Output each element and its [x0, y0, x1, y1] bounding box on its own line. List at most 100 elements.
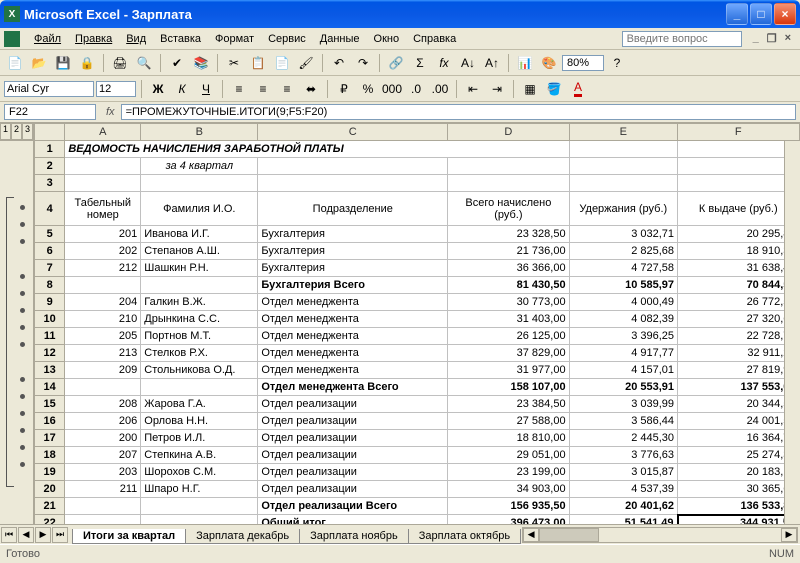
row-header[interactable]: 15 [35, 396, 65, 413]
cell[interactable]: 23 199,00 [448, 464, 569, 481]
cell[interactable]: Общий итог [258, 515, 448, 525]
cell[interactable]: 3 015,87 [569, 464, 677, 481]
cell[interactable] [678, 175, 799, 192]
cell[interactable]: К выдаче (руб.) [678, 192, 799, 226]
horizontal-scrollbar[interactable]: ◀ ▶ [522, 527, 798, 543]
cell[interactable]: Бухгалтерия [258, 243, 448, 260]
menu-format[interactable]: Формат [209, 31, 260, 47]
cell[interactable]: 212 [65, 260, 141, 277]
cell[interactable] [141, 498, 258, 515]
cell[interactable]: Табельный номер [65, 192, 141, 226]
chart-button[interactable]: 📊 [514, 52, 536, 74]
cell[interactable]: Степанов А.Ш. [141, 243, 258, 260]
cell[interactable]: Бухгалтерия [258, 260, 448, 277]
align-center-button[interactable]: ≡ [252, 78, 274, 100]
maximize-button[interactable]: □ [750, 3, 772, 25]
cell[interactable]: 51 541,49 [569, 515, 677, 525]
decrease-indent-button[interactable]: ⇤ [462, 78, 484, 100]
cell[interactable] [569, 141, 677, 158]
cell[interactable]: 205 [65, 328, 141, 345]
outline-dot[interactable] [20, 394, 25, 399]
cell[interactable]: ВЕДОМОСТЬ НАЧИСЛЕНИЯ ЗАРАБОТНОЙ ПЛАТЫ [65, 141, 569, 158]
tab-last-button[interactable]: ⏭ [52, 527, 68, 543]
row-header[interactable]: 3 [35, 175, 65, 192]
cell[interactable]: 208 [65, 396, 141, 413]
comma-button[interactable]: 000 [381, 78, 403, 100]
permission-button[interactable]: 🔒 [76, 52, 98, 74]
cell[interactable]: Шашкин Р.Н. [141, 260, 258, 277]
cell[interactable]: Галкин В.Ж. [141, 294, 258, 311]
formula-input[interactable] [121, 104, 796, 120]
minimize-button[interactable]: _ [726, 3, 748, 25]
cell[interactable] [141, 515, 258, 525]
cell[interactable]: 10 585,97 [569, 277, 677, 294]
cell[interactable]: 2 445,30 [569, 430, 677, 447]
research-button[interactable]: 📚 [190, 52, 212, 74]
sheet-tab[interactable]: Зарплата ноябрь [299, 529, 409, 544]
cell[interactable]: 16 364,70 [678, 430, 799, 447]
cell[interactable]: 156 935,50 [448, 498, 569, 515]
cell[interactable]: 3 586,44 [569, 413, 677, 430]
cell[interactable]: 213 [65, 345, 141, 362]
outline-dot[interactable] [20, 239, 25, 244]
scroll-left-button[interactable]: ◀ [523, 528, 539, 542]
italic-button[interactable]: К [171, 78, 193, 100]
cell[interactable]: 158 107,00 [448, 379, 569, 396]
row-header[interactable]: 19 [35, 464, 65, 481]
cell[interactable]: Отдел менеджента [258, 362, 448, 379]
sheet-tab[interactable]: Зарплата октябрь [408, 529, 521, 544]
cell[interactable]: 27 320,61 [678, 311, 799, 328]
tab-next-button[interactable]: ▶ [35, 527, 51, 543]
cell[interactable]: 136 533,89 [678, 498, 799, 515]
cell[interactable]: Степкина А.В. [141, 447, 258, 464]
open-button[interactable]: 📂 [28, 52, 50, 74]
row-header[interactable]: 5 [35, 226, 65, 243]
tab-first-button[interactable]: ⏮ [1, 527, 17, 543]
cell[interactable]: 20 183,13 [678, 464, 799, 481]
cell[interactable]: 4 157,01 [569, 362, 677, 379]
row-header[interactable]: 13 [35, 362, 65, 379]
fx-button[interactable]: fx [433, 52, 455, 74]
sort-desc-button[interactable]: A↑ [481, 52, 503, 74]
paste-button[interactable]: 📄 [271, 52, 293, 74]
cell[interactable]: Отдел реализации [258, 464, 448, 481]
row-header[interactable]: 9 [35, 294, 65, 311]
row-header[interactable]: 10 [35, 311, 65, 328]
cell[interactable] [678, 158, 799, 175]
row-header[interactable]: 6 [35, 243, 65, 260]
cell[interactable]: 26 125,00 [448, 328, 569, 345]
cell[interactable]: 70 844,54 [678, 277, 799, 294]
copy-button[interactable]: 📋 [247, 52, 269, 74]
cell[interactable] [448, 158, 569, 175]
vertical-scrollbar[interactable] [784, 141, 800, 524]
redo-button[interactable]: ↷ [352, 52, 374, 74]
undo-button[interactable]: ↶ [328, 52, 350, 74]
mdi-restore[interactable]: ❐ [764, 31, 780, 46]
menu-insert[interactable]: Вставка [154, 31, 207, 47]
cell[interactable]: 81 430,50 [448, 277, 569, 294]
cell[interactable]: 27 819,99 [678, 362, 799, 379]
font-select[interactable] [4, 81, 94, 97]
row-header[interactable]: 14 [35, 379, 65, 396]
cell[interactable]: 210 [65, 311, 141, 328]
menu-window[interactable]: Окно [368, 31, 406, 47]
outline-dot[interactable] [20, 342, 25, 347]
increase-decimal-button[interactable]: .00 [429, 78, 451, 100]
print-button[interactable]: 🖨 [109, 52, 131, 74]
cell[interactable]: Отдел реализации [258, 481, 448, 498]
cell[interactable]: Отдел менеджента [258, 345, 448, 362]
row-header[interactable]: 4 [35, 192, 65, 226]
name-box[interactable] [4, 104, 96, 120]
cut-button[interactable]: ✂ [223, 52, 245, 74]
menu-service[interactable]: Сервис [262, 31, 312, 47]
outline-dot[interactable] [20, 411, 25, 416]
fx-label[interactable]: fx [106, 106, 115, 118]
merge-button[interactable]: ⬌ [300, 78, 322, 100]
cell[interactable]: Жарова Г.А. [141, 396, 258, 413]
percent-button[interactable]: % [357, 78, 379, 100]
outline-dot[interactable] [20, 274, 25, 279]
cell[interactable] [141, 379, 258, 396]
cell[interactable]: 24 001,56 [678, 413, 799, 430]
outline-dot[interactable] [20, 308, 25, 313]
cell[interactable]: 396 473,00 [448, 515, 569, 525]
